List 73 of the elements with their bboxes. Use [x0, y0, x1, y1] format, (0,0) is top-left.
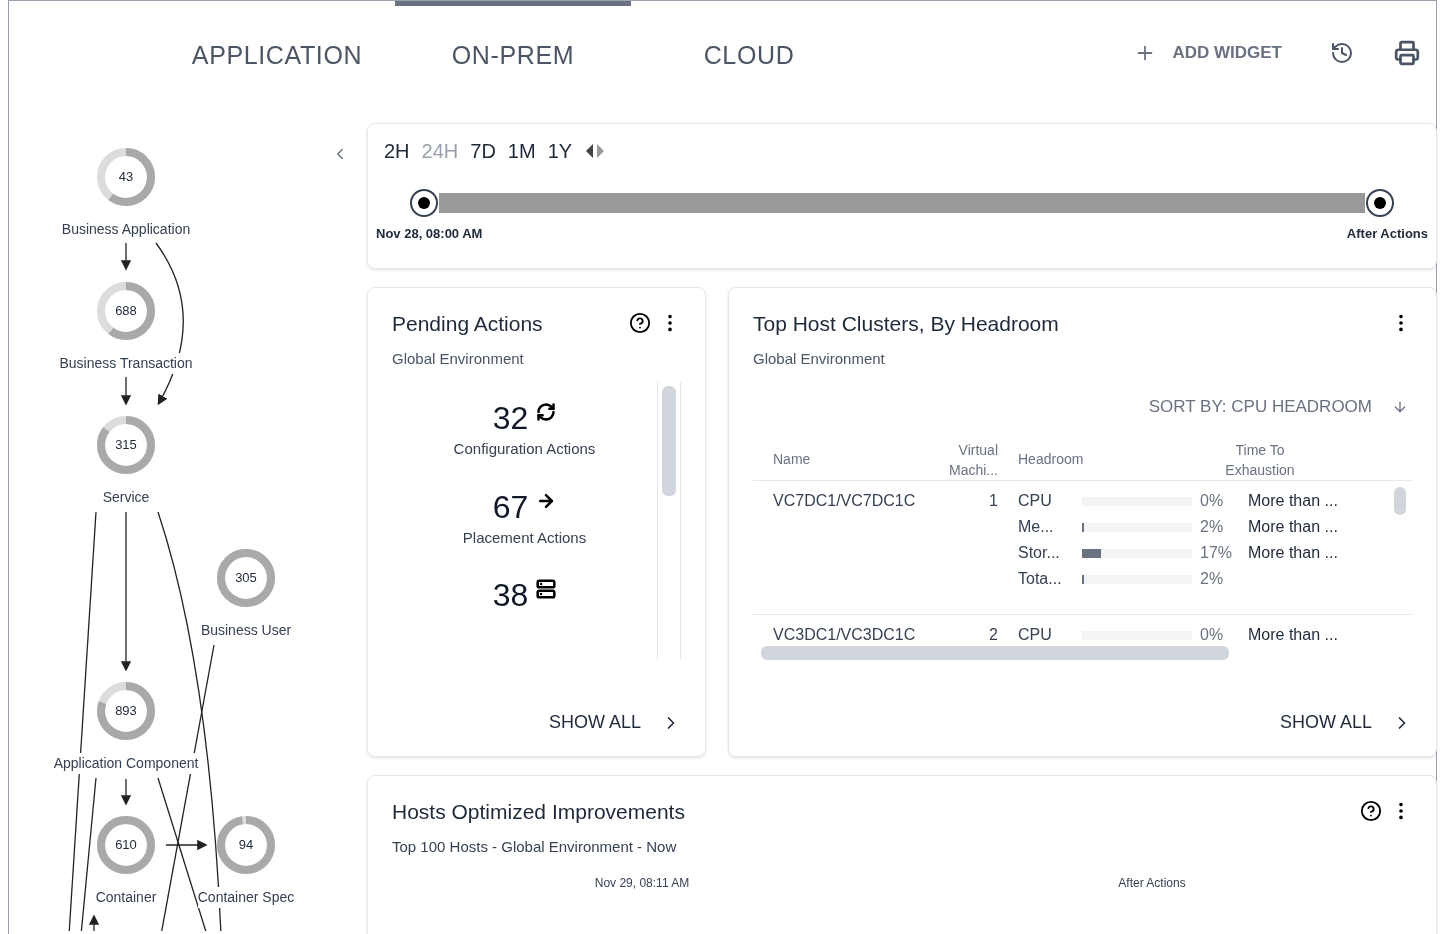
connector-arrow: [120, 778, 132, 806]
show-all-link[interactable]: SHOW ALL: [1279, 709, 1412, 736]
range-tab[interactable]: 1Y: [547, 136, 573, 166]
start-time: Nov 28, 08:00 AM: [376, 225, 483, 243]
action-count[interactable]: 38: [492, 579, 529, 611]
connector-arrow: [120, 376, 132, 406]
action-label[interactable]: Configuration Actions: [453, 438, 596, 461]
metric-label: Me...: [1018, 517, 1055, 537]
scrollbar-thumb[interactable]: [662, 386, 676, 496]
show-all-link[interactable]: SHOW ALL: [548, 709, 681, 736]
help-icon[interactable]: [629, 312, 651, 334]
metric-label: CPU: [1018, 491, 1053, 511]
node-count: 893: [114, 702, 138, 721]
sort-button[interactable]: SORT BY: CPU HEADROOM: [1148, 394, 1408, 420]
range-tab[interactable]: 7D: [470, 136, 496, 166]
nav-tab[interactable]: CLOUD: [631, 1, 867, 105]
nav-tab[interactable]: ON-PREM: [395, 1, 631, 105]
end-label: After Actions: [1346, 225, 1428, 243]
metric-label: CPU: [1018, 625, 1053, 645]
card-subtitle: Global Environment: [392, 348, 525, 369]
column-header[interactable]: Name: [753, 449, 913, 470]
node-count: 43: [117, 168, 135, 187]
node-label[interactable]: Application Component: [53, 753, 199, 774]
node-label[interactable]: Business Transaction: [59, 353, 193, 374]
metric-label: Tota...: [1018, 569, 1063, 589]
time-to-exhaustion: More than ...: [1248, 625, 1338, 645]
node-count: 315: [114, 436, 138, 455]
column-label: Nov 29, 08:11 AM: [593, 875, 691, 892]
action-kind-icon: [536, 579, 557, 599]
time-to-exhaustion: More than ...: [1248, 517, 1338, 537]
connector-arrow: [120, 242, 132, 271]
range-tab[interactable]: 1M: [507, 136, 536, 166]
table-cell-text: VC7DC1/VC7DC1C: [772, 490, 913, 511]
column-header[interactable]: Virtual Machi...: [913, 439, 998, 480]
vertical-scrollbar-thumb[interactable]: [1394, 486, 1406, 515]
metric-value: 17%: [1199, 543, 1234, 563]
add-widget-button[interactable]: ADD WIDGET: [1134, 40, 1282, 66]
start-handle[interactable]: [410, 189, 438, 217]
node-count: 688: [114, 302, 138, 321]
help-icon[interactable]: [1360, 800, 1382, 822]
metric-value: 2%: [1199, 569, 1225, 589]
metric-value: 2%: [1199, 517, 1225, 537]
nav-tab[interactable]: APPLICATION: [159, 1, 395, 105]
card-title: Top Host Clusters, By Headroom: [753, 311, 1060, 337]
metric-value: 0%: [1199, 625, 1225, 645]
metric-label: Stor...: [1018, 543, 1061, 563]
range-tab[interactable]: 2H: [384, 136, 410, 166]
print-icon[interactable]: [1394, 40, 1420, 66]
node-label[interactable]: Container Spec: [197, 887, 295, 908]
node-count: 610: [114, 836, 138, 855]
time-to-exhaustion: More than ...: [1248, 491, 1338, 511]
action-kind-icon: [536, 402, 557, 422]
horizontal-scrollbar-thumb[interactable]: [761, 645, 1229, 660]
metric-value: 0%: [1199, 491, 1225, 511]
node-count: 94: [237, 836, 255, 855]
table-cell-text: 2: [988, 624, 998, 645]
table-cell-text: VC3DC1/VC3DC1C: [772, 624, 913, 645]
column-header[interactable]: Headroom: [998, 449, 1198, 470]
column-header[interactable]: Time To Exhaustion: [1210, 439, 1310, 480]
action-count[interactable]: 32: [492, 402, 529, 434]
card-title: Pending Actions: [392, 311, 544, 337]
card-subtitle: Top 100 Hosts - Global Environment - Now: [392, 836, 678, 857]
end-handle[interactable]: [1366, 189, 1394, 217]
action-label[interactable]: Placement Actions: [462, 526, 587, 549]
step-arrows-icon[interactable]: [584, 143, 607, 159]
table-cell-text: 1: [988, 490, 998, 511]
card-title: Hosts Optimized Improvements: [392, 799, 686, 825]
column-label: After Actions: [1117, 875, 1187, 892]
history-icon[interactable]: [1330, 41, 1354, 65]
card-subtitle: Global Environment: [753, 348, 886, 369]
node-count: 305: [234, 569, 258, 588]
time-to-exhaustion: More than ...: [1248, 543, 1338, 563]
action-count[interactable]: 67: [492, 490, 529, 523]
